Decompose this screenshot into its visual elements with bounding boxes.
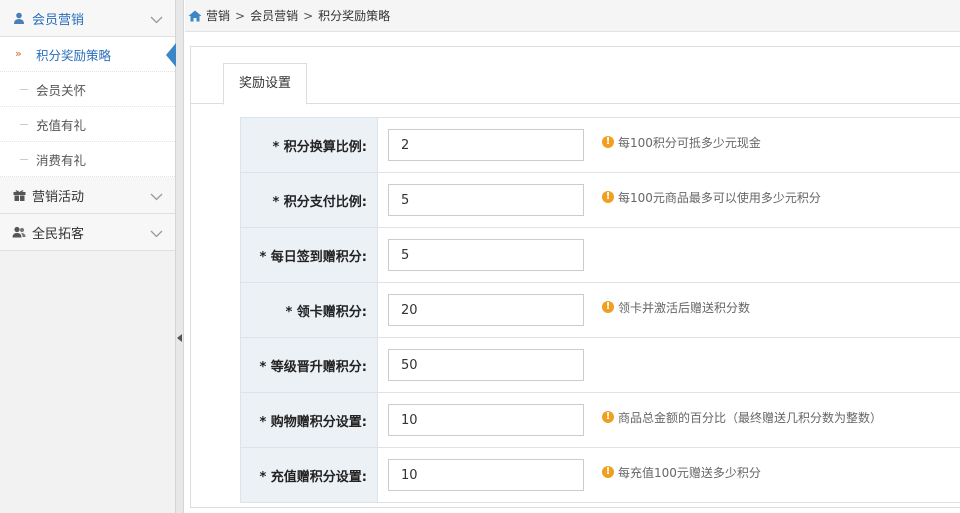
tree-line xyxy=(20,159,28,160)
nav-group-member-marketing[interactable]: 会员营销 xyxy=(0,0,175,37)
sidebar-item-label: 积分奖励策略 xyxy=(36,47,112,63)
settings-panel: 奖励设置 * 积分换算比例:! 每100积分可抵多少元现金 * 积分支付比例:! 每1… xyxy=(190,46,960,508)
field-cell xyxy=(377,337,960,393)
warning-icon: ! xyxy=(602,136,614,148)
hint-text: 领卡并激活后赠送积分数 xyxy=(618,300,751,315)
breadcrumb-separator: > xyxy=(303,8,314,23)
points-exchange-ratio-input[interactable] xyxy=(388,129,584,161)
collapse-left-icon[interactable] xyxy=(177,334,182,342)
sidebar: 会员营销 » 积分奖励策略 会员关怀 充值有礼 消费有礼 营销活动 全民拓客 xyxy=(0,0,176,513)
chevron-down-icon[interactable] xyxy=(150,190,163,205)
hint-text: 每100元商品最多可以使用多少元积分 xyxy=(618,190,821,205)
field-label: * 等级晋升赠积分: xyxy=(240,337,378,393)
sidebar-item-member-care[interactable]: 会员关怀 xyxy=(0,72,175,107)
double-chevron-right-icon: » xyxy=(15,47,22,60)
field-cell: ! 每100元商品最多可以使用多少元积分 xyxy=(377,172,960,228)
nav-group-marketing-activity[interactable]: 营销活动 xyxy=(0,177,175,214)
tab-reward-settings[interactable]: 奖励设置 xyxy=(223,63,308,105)
breadcrumb-item[interactable]: 会员营销 xyxy=(250,7,298,24)
home-icon[interactable] xyxy=(188,10,202,22)
active-pointer-icon xyxy=(166,43,176,67)
form-row: * 充值赠积分设置:! 每充值100元赠送多少积分 xyxy=(240,447,960,503)
form-row: * 购物赠积分设置:! 商品总金额的百分比（最终赠送几积分数为整数） xyxy=(240,392,960,448)
field-hint: ! 每充值100元赠送多少积分 xyxy=(602,464,761,481)
breadcrumb-separator: > xyxy=(235,8,246,23)
sidebar-item-label: 会员关怀 xyxy=(36,82,87,98)
nav-group-label: 会员营销 xyxy=(32,12,85,28)
form-row: * 积分支付比例:! 每100元商品最多可以使用多少元积分 xyxy=(240,172,960,228)
sidebar-collapse-bar[interactable] xyxy=(176,0,184,513)
field-cell: ! 每充值100元赠送多少积分 xyxy=(377,447,960,503)
nav-group-label: 营销活动 xyxy=(32,189,85,205)
level-up-points-input[interactable] xyxy=(388,349,584,381)
field-hint: ! 领卡并激活后赠送积分数 xyxy=(602,299,750,316)
breadcrumb-item[interactable]: 营销 xyxy=(206,7,230,24)
breadcrumb-current: 积分奖励策略 xyxy=(318,9,391,23)
warning-icon: ! xyxy=(602,301,614,313)
hint-text: 商品总金额的百分比（最终赠送几积分数为整数） xyxy=(618,410,883,425)
form-row: * 等级晋升赠积分: xyxy=(240,337,960,393)
sidebar-item-consume-gift[interactable]: 消费有礼 xyxy=(0,142,175,177)
sidebar-item-label: 消费有礼 xyxy=(36,152,87,168)
form-row: * 积分换算比例:! 每100积分可抵多少元现金 xyxy=(240,117,960,173)
nav-group-label: 全民拓客 xyxy=(32,226,85,242)
field-label: * 每日签到赠积分: xyxy=(240,227,378,283)
chevron-down-icon[interactable] xyxy=(150,13,163,28)
field-cell: ! 每100积分可抵多少元现金 xyxy=(377,117,960,173)
form-row: * 每日签到赠积分: xyxy=(240,227,960,283)
field-hint: ! 每100积分可抵多少元现金 xyxy=(602,134,761,151)
points-settings-form: * 积分换算比例:! 每100积分可抵多少元现金 * 积分支付比例:! 每100元商品… xyxy=(240,117,960,503)
breadcrumb: 营销 > 会员营销 > 积分奖励策略 xyxy=(185,0,960,32)
sidebar-item-points-reward[interactable]: » 积分奖励策略 xyxy=(0,37,176,72)
field-hint: ! 每100元商品最多可以使用多少元积分 xyxy=(602,189,821,206)
points-payment-ratio-input[interactable] xyxy=(388,184,584,216)
daily-checkin-points-input[interactable] xyxy=(388,239,584,271)
shopping-points-input[interactable] xyxy=(388,404,584,436)
hint-text: 每100积分可抵多少元现金 xyxy=(618,135,761,150)
nav-submenu: » 积分奖励策略 会员关怀 充值有礼 消费有礼 xyxy=(0,37,176,177)
field-hint: ! 商品总金额的百分比（最终赠送几积分数为整数） xyxy=(602,409,882,426)
sidebar-item-recharge-gift[interactable]: 充值有礼 xyxy=(0,107,175,142)
card-claim-points-input[interactable] xyxy=(388,294,584,326)
form-row: * 领卡赠积分:! 领卡并激活后赠送积分数 xyxy=(240,282,960,338)
warning-icon: ! xyxy=(602,466,614,478)
tree-line xyxy=(20,124,28,125)
chevron-down-icon[interactable] xyxy=(150,227,163,242)
field-cell xyxy=(377,227,960,283)
field-label: * 充值赠积分设置: xyxy=(240,447,378,503)
main-content: 奖励设置 * 积分换算比例:! 每100积分可抵多少元现金 * 积分支付比例:! 每1… xyxy=(185,32,960,513)
tab-bar: 奖励设置 xyxy=(223,63,308,105)
recharge-points-input[interactable] xyxy=(388,459,584,491)
field-label: * 领卡赠积分: xyxy=(240,282,378,338)
nav-group-referral[interactable]: 全民拓客 xyxy=(0,214,175,251)
field-label: * 积分换算比例: xyxy=(240,117,378,173)
field-label: * 购物赠积分设置: xyxy=(240,392,378,448)
warning-icon: ! xyxy=(602,191,614,203)
field-cell: ! 商品总金额的百分比（最终赠送几积分数为整数） xyxy=(377,392,960,448)
field-label: * 积分支付比例: xyxy=(240,172,378,228)
gift-icon xyxy=(12,188,26,202)
users-icon xyxy=(12,225,26,239)
user-icon xyxy=(12,11,26,25)
warning-icon: ! xyxy=(602,411,614,423)
sidebar-item-label: 充值有礼 xyxy=(36,117,87,133)
hint-text: 每充值100元赠送多少积分 xyxy=(618,465,761,480)
field-cell: ! 领卡并激活后赠送积分数 xyxy=(377,282,960,338)
tree-line xyxy=(20,89,28,90)
